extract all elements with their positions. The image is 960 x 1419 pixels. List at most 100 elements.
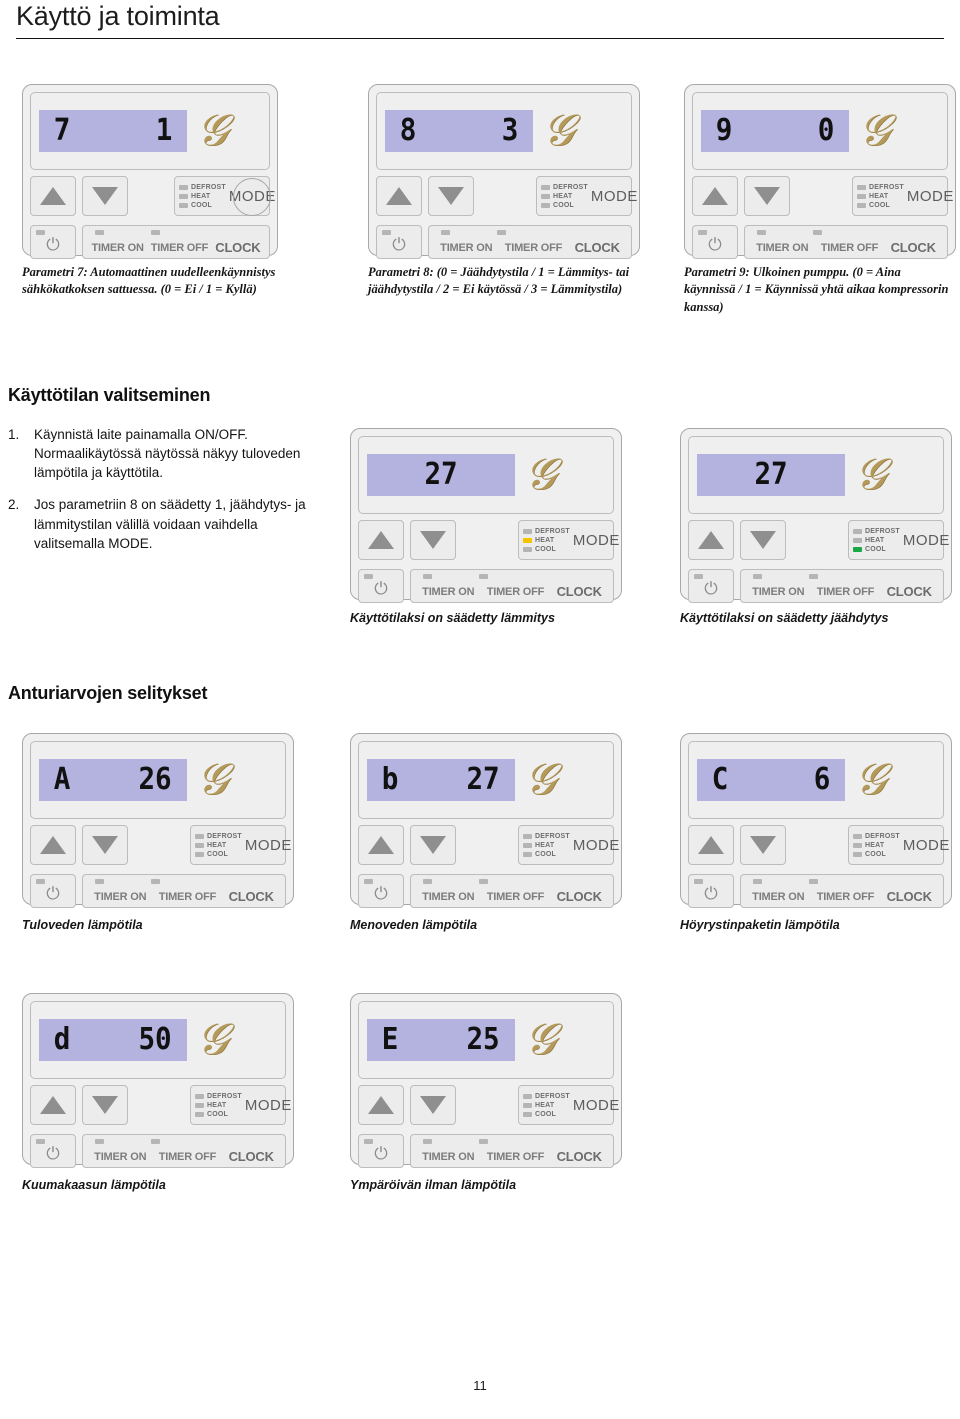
led-timer-off-lamp <box>813 230 822 235</box>
led-heat-label: HEAT <box>207 1101 227 1109</box>
lcd-display: 8 3 <box>385 110 533 152</box>
section-heading-sensor-values: Anturiarvojen selitykset <box>8 683 208 703</box>
section-heading-mode-selection: Käyttötilan valitseminen <box>8 385 211 405</box>
down-button[interactable] <box>410 520 456 560</box>
power-button[interactable]: ⏻ <box>358 874 404 908</box>
power-button[interactable]: ⏻ <box>376 225 422 259</box>
timer-clock-bar[interactable]: TIMER ON TIMER OFF CLOCK <box>82 225 270 259</box>
down-button[interactable] <box>82 1085 128 1125</box>
up-button[interactable] <box>376 176 422 216</box>
power-icon: ⏻ <box>704 579 718 598</box>
timer-clock-bar[interactable]: TIMER ON TIMER OFF CLOCK <box>744 225 948 259</box>
led-power-lamp <box>36 879 45 884</box>
led-heat-label: HEAT <box>207 841 227 849</box>
timer-off-label: TIMER OFF <box>504 242 563 254</box>
up-button[interactable] <box>358 1085 404 1125</box>
power-button[interactable]: ⏻ <box>688 874 734 908</box>
led-cool-lamp <box>523 546 532 552</box>
down-button[interactable] <box>82 825 128 865</box>
led-cool-label: COOL <box>869 201 891 209</box>
led-defrost-lamp <box>195 1093 204 1099</box>
led-defrost-lamp <box>853 833 862 839</box>
sensor-panel-c: C 6 𝒢 DEFROST HEAT COOL MODE ⏻ TIMER ON … <box>680 733 952 934</box>
lcd-right-value: 0 <box>817 113 835 148</box>
power-icon: ⏻ <box>46 235 60 254</box>
led-defrost-label: DEFROST <box>553 183 588 191</box>
power-button[interactable]: ⏻ <box>30 874 76 908</box>
down-button[interactable] <box>428 176 474 216</box>
timer-clock-bar[interactable]: TIMER ON TIMER OFF CLOCK <box>410 874 614 908</box>
mode-button[interactable]: DEFROST HEAT COOL MODE <box>190 825 291 865</box>
mode-button[interactable]: DEFROST HEAT COOL MODE <box>848 825 949 865</box>
mode-button-label: MODE <box>906 187 954 205</box>
led-heat: HEAT <box>195 842 242 849</box>
led-timer-on-lamp <box>423 1139 432 1144</box>
led-defrost-label: DEFROST <box>865 832 900 840</box>
timer-clock-bar[interactable]: TIMER ON TIMER OFF CLOCK <box>740 569 944 603</box>
title-divider <box>16 37 944 39</box>
sensor-caption-b: Menoveden lämpötila <box>350 918 478 932</box>
led-timer-on-lamp <box>753 574 762 579</box>
panel-bottom-row: ⏻ TIMER ON TIMER OFF CLOCK <box>376 225 632 261</box>
mode-button[interactable]: DEFROST HEAT COOL MODE <box>518 520 619 560</box>
down-button[interactable] <box>410 825 456 865</box>
led-timer-off-lamp <box>497 230 506 235</box>
mode-button[interactable]: DEFROST HEAT COOL MODE <box>536 176 637 216</box>
panel-button-row: DEFROST HEAT COOL MODE <box>30 176 275 220</box>
timer-on-label: TIMER ON <box>752 586 805 598</box>
power-icon: ⏻ <box>374 884 388 903</box>
up-button[interactable] <box>358 520 404 560</box>
led-power-lamp <box>364 574 373 579</box>
power-button[interactable]: ⏻ <box>358 1134 404 1168</box>
led-heat-lamp <box>523 1102 532 1108</box>
timer-clock-bar[interactable]: TIMER ON TIMER OFF CLOCK <box>82 874 286 908</box>
mode-button[interactable]: DEFROST HEAT COOL MODE <box>174 176 275 216</box>
panel-display-area: 8 3 𝒢 <box>376 92 632 170</box>
down-button[interactable] <box>410 1085 456 1125</box>
led-heat: HEAT <box>541 193 588 200</box>
down-button[interactable] <box>82 176 128 216</box>
power-button[interactable]: ⏻ <box>30 1134 76 1168</box>
up-button[interactable] <box>30 825 76 865</box>
led-heat-lamp <box>857 193 866 199</box>
power-button[interactable]: ⏻ <box>692 225 738 259</box>
up-button[interactable] <box>688 520 734 560</box>
panel-button-row: DEFROST HEAT COOL MODE <box>376 176 637 220</box>
led-timer-on-lamp <box>423 574 432 579</box>
timer-clock-bar[interactable]: TIMER ON TIMER OFF CLOCK <box>82 1134 286 1168</box>
mode-button[interactable]: DEFROST HEAT COOL MODE <box>848 520 949 560</box>
up-button[interactable] <box>692 176 738 216</box>
led-heat: HEAT <box>853 842 900 849</box>
power-button[interactable]: ⏻ <box>358 569 404 603</box>
led-defrost-lamp <box>523 1093 532 1099</box>
timer-off-label: TIMER OFF <box>150 242 209 254</box>
down-button[interactable] <box>740 520 786 560</box>
mode-button[interactable]: DEFROST HEAT COOL MODE <box>190 1085 291 1125</box>
led-timer-off-lamp <box>151 230 160 235</box>
timer-clock-bar[interactable]: TIMER ON TIMER OFF CLOCK <box>740 874 944 908</box>
led-heat: HEAT <box>857 193 904 200</box>
led-cool-lamp <box>523 851 532 857</box>
led-indicator-group: DEFROST HEAT COOL <box>195 1093 242 1118</box>
led-heat-lamp <box>179 193 188 199</box>
timer-clock-bar[interactable]: TIMER ON TIMER OFF CLOCK <box>410 1134 614 1168</box>
up-button[interactable] <box>30 1085 76 1125</box>
panel-button-row: DEFROST HEAT COOL MODE <box>30 825 291 869</box>
up-button[interactable] <box>358 825 404 865</box>
up-button[interactable] <box>688 825 734 865</box>
power-button[interactable]: ⏻ <box>30 225 76 259</box>
up-button[interactable] <box>30 176 76 216</box>
led-defrost-lamp <box>523 833 532 839</box>
sensor-caption-e: Ympäröivän ilman lämpötila <box>350 1178 517 1192</box>
panel-bottom-row: ⏻ TIMER ON TIMER OFF CLOCK <box>688 569 944 605</box>
timer-clock-bar[interactable]: TIMER ON TIMER OFF CLOCK <box>428 225 632 259</box>
mode-button[interactable]: DEFROST HEAT COOL MODE <box>518 825 619 865</box>
led-cool: COOL <box>523 851 570 858</box>
down-button[interactable] <box>740 825 786 865</box>
mode-button[interactable]: DEFROST HEAT COOL MODE <box>852 176 953 216</box>
power-button[interactable]: ⏻ <box>688 569 734 603</box>
panel-display-area: b 27 𝒢 <box>358 741 614 819</box>
down-button[interactable] <box>744 176 790 216</box>
timer-clock-bar[interactable]: TIMER ON TIMER OFF CLOCK <box>410 569 614 603</box>
mode-button[interactable]: DEFROST HEAT COOL MODE <box>518 1085 619 1125</box>
